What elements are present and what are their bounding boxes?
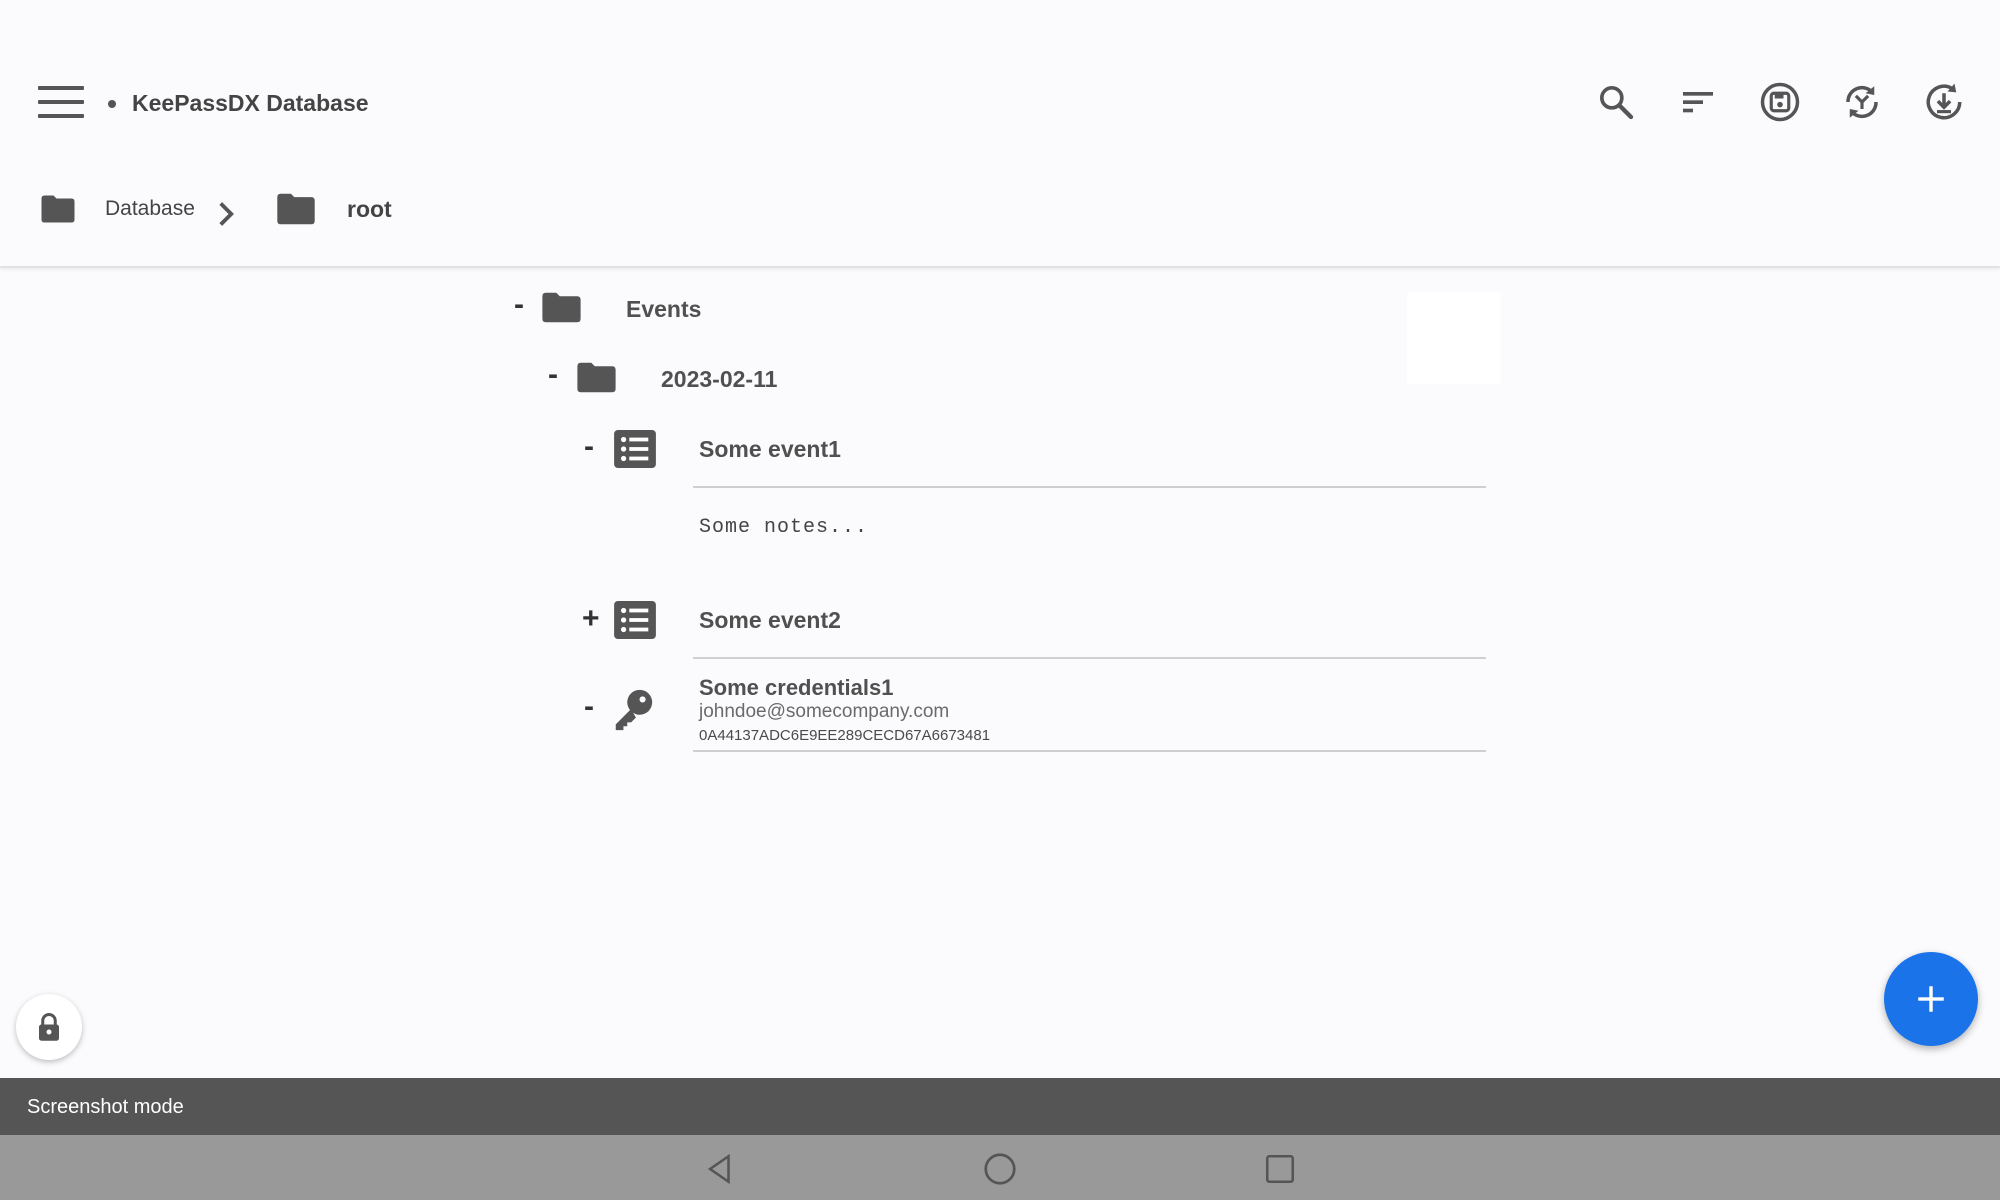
collapse-toggle[interactable]: - (548, 360, 558, 390)
entry-notes: Some notes... (699, 516, 869, 539)
collapse-toggle[interactable]: - (584, 432, 594, 462)
group-tree: - Events - 2023-02-11 - Some event1 Some… (0, 268, 2000, 1068)
group-label[interactable]: 2023-02-11 (661, 366, 777, 393)
collapse-toggle[interactable]: - (514, 290, 524, 320)
lock-button[interactable] (16, 994, 82, 1060)
group-label[interactable]: Events (626, 296, 701, 323)
breadcrumb-label: Database (105, 197, 195, 220)
unsaved-dot (108, 99, 116, 108)
lock-icon (39, 1013, 59, 1041)
menu-icon[interactable] (38, 82, 84, 122)
expand-toggle[interactable]: + (582, 604, 600, 634)
status-bar (0, 0, 2000, 48)
reload-icon[interactable] (1920, 78, 1968, 126)
list-icon (614, 601, 656, 639)
chevron-right-icon (215, 200, 237, 233)
divider (693, 657, 1486, 659)
breadcrumb-database[interactable]: Database (40, 194, 195, 224)
app-title: KeePassDX Database (132, 90, 369, 116)
save-icon[interactable] (1756, 78, 1804, 126)
key-icon (615, 689, 653, 731)
breadcrumb: Database root (0, 158, 2000, 268)
entry-title[interactable]: Some credentials1 (699, 675, 893, 701)
snackbar: Screenshot mode (0, 1078, 2000, 1135)
entry-title[interactable]: Some event2 (699, 607, 841, 634)
folder-icon (41, 195, 75, 223)
folder-icon (542, 292, 581, 323)
list-icon (614, 430, 656, 468)
divider (693, 486, 1486, 488)
recents-icon[interactable] (1260, 1149, 1300, 1189)
plus-icon (1918, 986, 1944, 1012)
merge-icon[interactable] (1838, 78, 1886, 126)
divider (693, 750, 1486, 752)
blank-card (1407, 292, 1501, 384)
entry-username: johndoe@somecompany.com (699, 701, 950, 722)
folder-icon (277, 193, 315, 225)
search-icon[interactable] (1592, 78, 1640, 126)
navigation-bar (0, 1135, 2000, 1200)
collapse-toggle[interactable]: - (584, 692, 594, 722)
breadcrumb-label: root (347, 195, 392, 222)
add-button[interactable] (1884, 952, 1978, 1046)
back-icon[interactable] (700, 1149, 740, 1189)
home-icon[interactable] (980, 1149, 1020, 1189)
app-title-group: KeePassDX Database (108, 90, 369, 117)
entry-title[interactable]: Some event1 (699, 436, 841, 463)
snackbar-text: Screenshot mode (27, 1096, 184, 1118)
app-bar: KeePassDX Database (0, 48, 2000, 158)
folder-icon (577, 362, 616, 393)
breadcrumb-root[interactable]: root (275, 192, 392, 226)
entry-hash: 0A44137ADC6E9EE289CECD67A6673481 (699, 727, 991, 744)
sort-icon[interactable] (1674, 78, 1722, 126)
